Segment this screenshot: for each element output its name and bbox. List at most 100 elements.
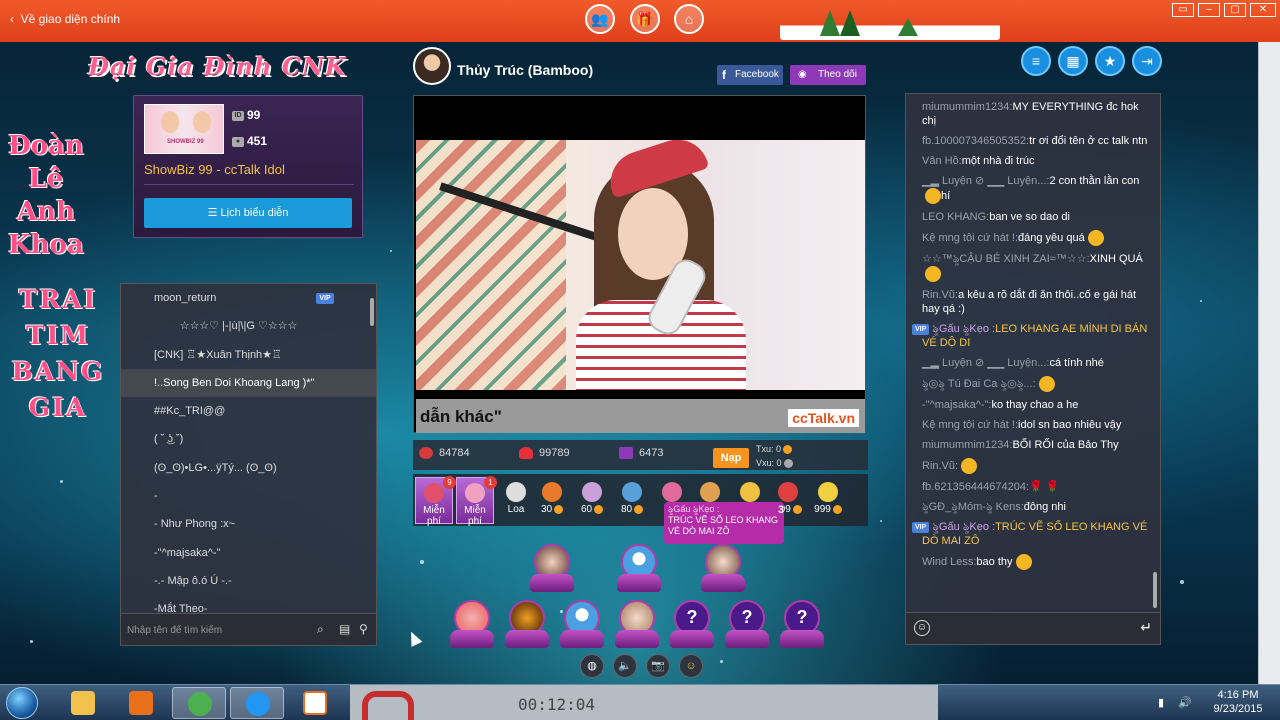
taskbar-explorer[interactable]: [56, 687, 110, 719]
seat-slot[interactable]: [701, 544, 745, 592]
facebook-button[interactable]: f Facebook: [717, 65, 783, 85]
topup-button[interactable]: Nạp: [713, 448, 749, 468]
gift-icon: [818, 482, 838, 502]
user-list-item[interactable]: ##Kc_TRI@@: [121, 397, 376, 425]
chat-username[interactable]: fb.621356444674204:: [922, 481, 1029, 493]
users-icon[interactable]: 👥: [585, 4, 615, 34]
user-list-item[interactable]: -"^majsaka^-": [121, 539, 376, 567]
gift-item[interactable]: 30: [533, 477, 571, 524]
speaker-icon[interactable]: 🔊: [1178, 696, 1192, 709]
seat-slot[interactable]: [615, 600, 659, 648]
seat-slot[interactable]: [505, 600, 549, 648]
gift-icon: [424, 483, 444, 503]
gift-badge: 9: [443, 476, 456, 489]
gift-item[interactable]: 80: [613, 477, 651, 524]
gift-item[interactable]: Miễn phí 1: [456, 476, 497, 527]
chat-username[interactable]: ▁▂ Luyện ⊘ ▁▁ Luyện...:: [922, 357, 1049, 369]
user-list-item[interactable]: [CNK] ♖★Xuân Thịnh★♖: [121, 341, 376, 369]
user-list-item[interactable]: ( ˘ ͜ʖ ˘): [121, 425, 376, 453]
user-list-item[interactable]: - Như Phong :x~: [121, 510, 376, 538]
user-list-item[interactable]: -.- Mập ô.ó Ú -.-: [121, 567, 376, 595]
follow-button[interactable]: ◉ Theo dõi: [790, 65, 866, 85]
coin-icon: [594, 504, 604, 514]
battery-icon[interactable]: ▮: [1158, 696, 1164, 709]
emoji-face-icon[interactable]: ☺: [679, 654, 703, 678]
gift-item[interactable]: Loa: [497, 477, 535, 524]
location-pin-icon[interactable]: ⚲: [359, 622, 368, 636]
seat-slot[interactable]: [560, 600, 604, 648]
volume-icon[interactable]: 🔈: [613, 654, 637, 678]
webcam-icon[interactable]: ◍: [580, 654, 604, 678]
chat-text: ko thay chao a he: [991, 399, 1079, 411]
chat-username[interactable]: ☆☆™ৡCẬU BÉ XINH ZAI≈™☆☆:: [922, 253, 1090, 265]
start-button[interactable]: [6, 687, 38, 719]
gift-item[interactable]: Miễn phí 9: [415, 476, 456, 527]
chat-username[interactable]: Kệ mng tôi cứ hát !:: [922, 232, 1018, 244]
chat-username[interactable]: Rin.Vũ:: [922, 460, 958, 472]
schedule-button[interactable]: ☰ Lịch biểu diễn: [144, 198, 352, 228]
chat-username[interactable]: fb.100007346505352:: [922, 135, 1029, 147]
window-minimize-icon[interactable]: –: [1198, 3, 1220, 17]
user-name: ( ˘ ͜ʖ ˘): [154, 433, 184, 446]
chat-username[interactable]: miumummim1234:: [922, 101, 1012, 113]
seat-slot[interactable]: [530, 544, 574, 592]
seat-slot[interactable]: [450, 600, 494, 648]
back-to-main-link[interactable]: ‹ Về giao diện chính: [10, 12, 120, 26]
chat-username[interactable]: Kệ mng tôi cứ hát !:: [922, 419, 1018, 431]
user-list-scrollbar[interactable]: [370, 298, 374, 326]
host-name: Thủy Trúc (Bamboo): [457, 62, 594, 78]
list-icon[interactable]: ▤: [339, 622, 350, 636]
emoji-sticker-icon: [1038, 376, 1055, 392]
chat-username[interactable]: ৡ◎ৡ Tú Đai Ca ৡ◎ৡ...:: [922, 378, 1036, 390]
chat-username[interactable]: ৡGĐ_ৡMóm-ৡ Kens:: [922, 501, 1024, 513]
gift-item[interactable]: 60: [573, 477, 611, 524]
gift-count: 3: [778, 504, 785, 516]
chat-username[interactable]: ৡGấu ৡKẹo :: [932, 323, 995, 335]
gift-icon: [700, 482, 720, 502]
gift-item[interactable]: 999: [809, 477, 847, 524]
chat-username[interactable]: LEO KHANG:: [922, 211, 989, 223]
user-list-item[interactable]: (ʘ_ʘ)•LG•...ÿTý... (ʘ_ʘ): [121, 454, 376, 482]
camera-icon[interactable]: 📷: [646, 654, 670, 678]
taskbar-media[interactable]: [114, 687, 168, 719]
gift-icon[interactable]: 🎁: [630, 4, 660, 34]
taskbar-recorder[interactable]: [230, 687, 284, 719]
emoji-icon[interactable]: ☺: [914, 620, 930, 636]
chat-username[interactable]: -"^majsaka^-":: [922, 399, 991, 411]
user-list-item[interactable]: !..Song Ben Doi Khoang Lang )*": [121, 368, 376, 398]
chat-input[interactable]: [936, 621, 1136, 637]
home-icon[interactable]: ⌂: [674, 4, 704, 34]
user-search-input[interactable]: [127, 622, 307, 638]
taskbar-cctalk[interactable]: [172, 687, 226, 719]
menu-icon[interactable]: ≡: [1021, 46, 1051, 76]
window-maximize-icon[interactable]: ▢: [1224, 3, 1246, 17]
seat-slot[interactable]: [617, 544, 661, 592]
chat-username[interactable]: Wind Less:: [922, 556, 976, 568]
taskbar-other[interactable]: [288, 687, 342, 719]
host-avatar[interactable]: [413, 47, 451, 85]
exit-icon[interactable]: ⇥: [1132, 46, 1162, 76]
grid-icon[interactable]: ▦: [1058, 46, 1088, 76]
user-list-item[interactable]: ☆☆☆♡ |-|ù|\|G ♡☆☆☆: [121, 312, 376, 340]
window-restore-icon[interactable]: ▭: [1172, 3, 1194, 17]
seat-empty[interactable]: ?: [670, 600, 714, 648]
window-close-icon[interactable]: ✕: [1250, 3, 1276, 17]
seat-empty[interactable]: ?: [725, 600, 769, 648]
chat-username[interactable]: Vân Hồ:: [922, 155, 962, 167]
chat-username[interactable]: miumummim1234:: [922, 439, 1012, 451]
gift-icon: [662, 482, 682, 502]
seat-empty[interactable]: ?: [780, 600, 824, 648]
chat-text: đông nhi: [1023, 501, 1066, 513]
system-clock[interactable]: 4:16 PM 9/23/2015: [1208, 688, 1268, 716]
user-list-item[interactable]: -: [121, 482, 376, 510]
chat-username[interactable]: ▁▂ Luyện ⊘ ▁▁ Luyện...:: [922, 175, 1049, 187]
search-icon[interactable]: ⌕: [317, 622, 324, 637]
send-icon[interactable]: ↵: [1140, 619, 1152, 636]
chat-text: một nhà đi trúc: [961, 155, 1035, 167]
user-list-item[interactable]: moon_return VIP: [121, 284, 376, 312]
chat-scrollbar[interactable]: [1153, 572, 1157, 608]
chat-username[interactable]: Rin.Vũ:: [922, 289, 958, 301]
chat-username[interactable]: ৡGấu ৡKẹo :: [932, 521, 995, 533]
video-player[interactable]: dẫn khác" ccTalk.vn: [413, 95, 866, 433]
star-icon[interactable]: ★: [1095, 46, 1125, 76]
